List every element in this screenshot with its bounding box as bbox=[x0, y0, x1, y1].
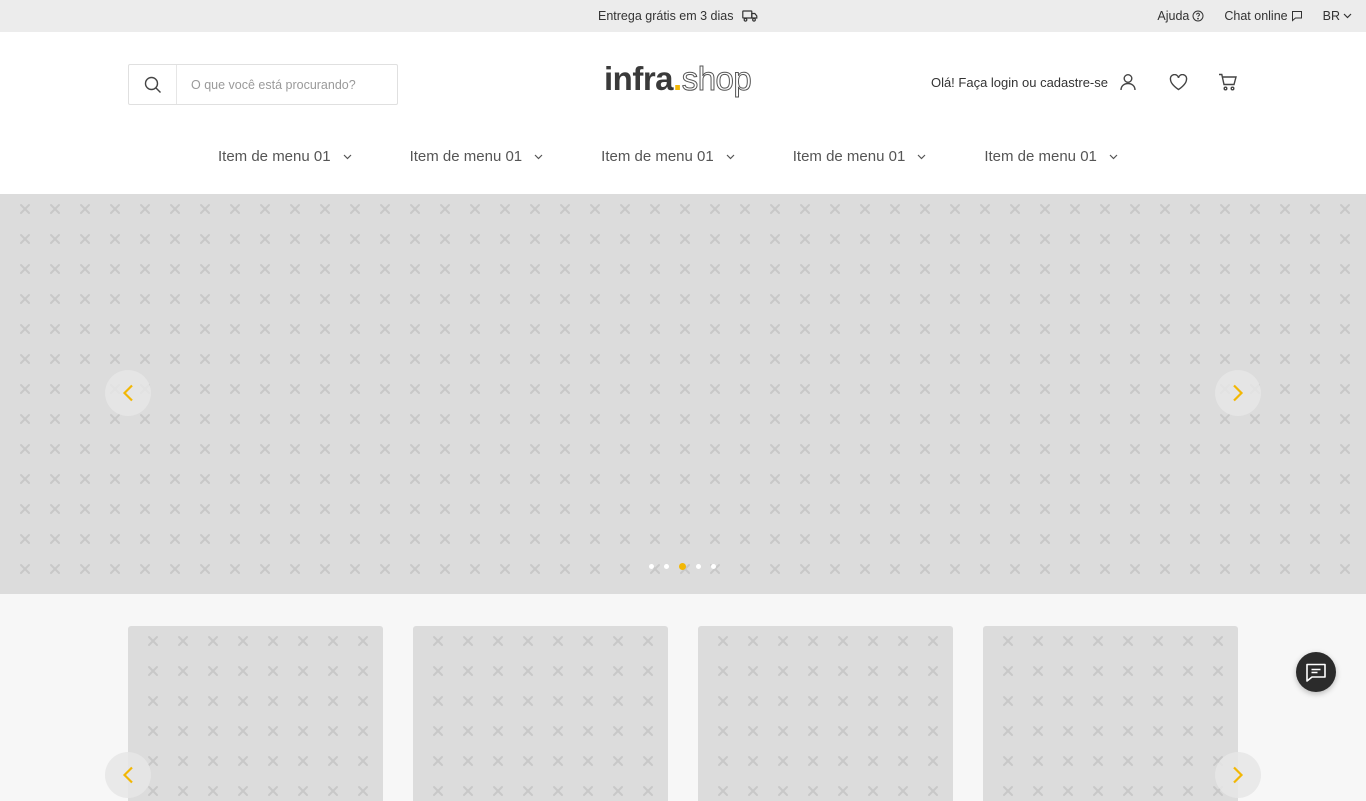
chevron-down-icon bbox=[343, 154, 352, 159]
image-placeholder-pattern bbox=[0, 194, 1366, 594]
card-4[interactable] bbox=[983, 626, 1238, 801]
carousel-dot-2[interactable] bbox=[664, 564, 669, 569]
nav-item-4[interactable]: Item de menu 01 bbox=[793, 148, 927, 165]
language-selector[interactable]: BR bbox=[1323, 9, 1352, 23]
search-icon bbox=[144, 76, 161, 93]
account-area: Olá! Faça login ou cadastre-se bbox=[931, 72, 1238, 92]
chat-fab-button[interactable] bbox=[1296, 652, 1336, 692]
language-label: BR bbox=[1322, 9, 1340, 23]
user-icon bbox=[1120, 74, 1136, 91]
image-placeholder-pattern bbox=[128, 626, 383, 801]
chevron-right-icon bbox=[1233, 766, 1244, 784]
nav-item-label: Item de menu 01 bbox=[409, 148, 523, 165]
chevron-down-icon bbox=[1109, 154, 1118, 159]
card-1[interactable] bbox=[128, 626, 383, 801]
chat-bubble-icon bbox=[1291, 11, 1302, 22]
site-logo[interactable]: infra . shop bbox=[604, 60, 752, 102]
image-placeholder-pattern bbox=[983, 626, 1238, 801]
logo-text-shop: shop bbox=[681, 60, 752, 98]
chevron-down-icon bbox=[726, 154, 735, 159]
top-links: Ajuda Chat online BR bbox=[1137, 0, 1352, 32]
cards-carousel bbox=[0, 594, 1366, 801]
carousel-dot-5[interactable] bbox=[711, 564, 716, 569]
card-2[interactable] bbox=[413, 626, 668, 801]
cards-next-button[interactable] bbox=[1215, 752, 1261, 798]
chevron-down-icon bbox=[1343, 13, 1352, 19]
main-nav: Item de menu 01 Item de menu 01 Item de … bbox=[218, 148, 1176, 165]
image-placeholder-pattern bbox=[698, 626, 953, 801]
chat-online-link[interactable]: Chat online bbox=[1224, 9, 1302, 23]
carousel-dot-3-active[interactable] bbox=[679, 563, 686, 570]
logo-dot: . bbox=[673, 60, 682, 97]
search-button[interactable] bbox=[129, 65, 177, 104]
nav-item-5[interactable]: Item de menu 01 bbox=[984, 148, 1118, 165]
account-button[interactable] bbox=[1118, 72, 1138, 92]
hero-banner bbox=[0, 194, 1366, 594]
carousel-dots bbox=[649, 563, 726, 570]
nav-item-label: Item de menu 01 bbox=[984, 148, 1097, 165]
free-shipping-promo: Entrega grátis em 3 dias bbox=[598, 0, 758, 32]
chevron-right-icon bbox=[1233, 384, 1244, 402]
cart-icon bbox=[1219, 73, 1237, 91]
card-3[interactable] bbox=[698, 626, 953, 801]
site-header: infra . shop Olá! Faça login ou cadastre… bbox=[0, 32, 1366, 194]
truck-icon bbox=[741, 10, 757, 22]
hero-next-button[interactable] bbox=[1215, 370, 1261, 416]
chat-icon bbox=[1306, 663, 1326, 682]
search-box bbox=[128, 64, 398, 105]
chat-online-label: Chat online bbox=[1224, 9, 1288, 23]
nav-item-label: Item de menu 01 bbox=[601, 148, 714, 165]
nav-item-2[interactable]: Item de menu 01 bbox=[410, 148, 544, 165]
wishlist-button[interactable] bbox=[1168, 72, 1188, 92]
carousel-dot-1[interactable] bbox=[649, 564, 654, 569]
chevron-down-icon bbox=[534, 154, 543, 159]
chevron-down-icon bbox=[917, 154, 926, 159]
hero-prev-button[interactable] bbox=[105, 370, 151, 416]
logo-text-infra: infra bbox=[604, 60, 674, 97]
image-placeholder-pattern bbox=[413, 626, 668, 801]
top-bar: Entrega grátis em 3 dias Ajuda Chat onli… bbox=[0, 0, 1366, 32]
search-input[interactable] bbox=[177, 77, 387, 92]
carousel-dot-4[interactable] bbox=[696, 564, 701, 569]
promo-text: Entrega grátis em 3 dias bbox=[598, 9, 734, 23]
chevron-left-icon bbox=[122, 766, 133, 784]
nav-item-label: Item de menu 01 bbox=[792, 148, 906, 165]
help-circle-icon bbox=[1192, 10, 1204, 22]
chevron-left-icon bbox=[122, 384, 133, 402]
nav-item-1[interactable]: Item de menu 01 bbox=[218, 148, 352, 165]
cards-prev-button[interactable] bbox=[105, 752, 151, 798]
login-link[interactable]: Olá! Faça login ou cadastre-se bbox=[931, 75, 1108, 90]
help-link[interactable]: Ajuda bbox=[1157, 9, 1204, 23]
nav-item-label: Item de menu 01 bbox=[218, 148, 331, 165]
cart-button[interactable] bbox=[1218, 72, 1238, 92]
help-link-label: Ajuda bbox=[1157, 9, 1190, 23]
nav-item-3[interactable]: Item de menu 01 bbox=[601, 148, 735, 165]
heart-icon bbox=[1169, 73, 1187, 90]
